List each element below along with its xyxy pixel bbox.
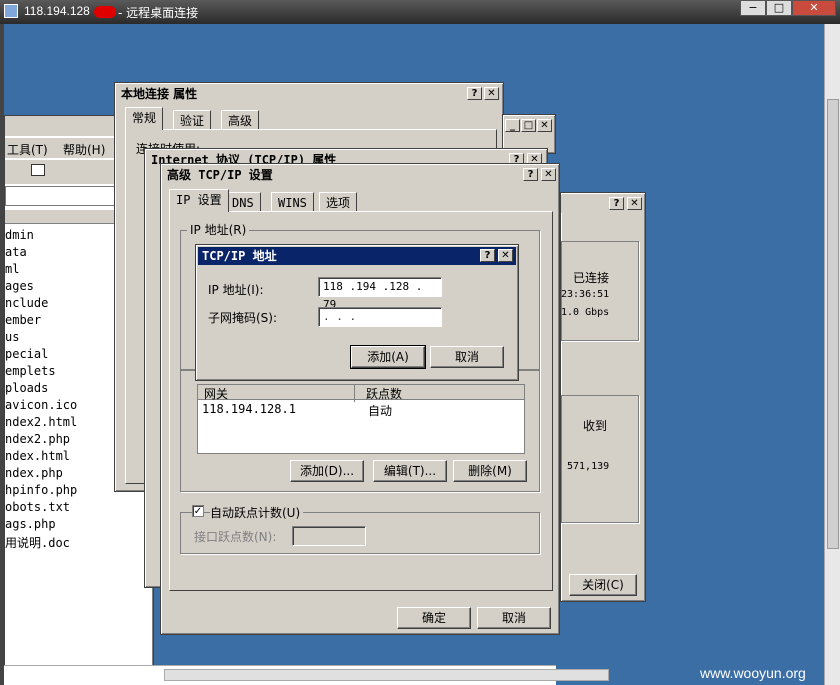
cancel-ip-button[interactable]: 取消 <box>430 346 504 368</box>
metric-column-header[interactable]: 跃点数 <box>366 385 402 402</box>
help-button[interactable]: ? <box>609 197 624 210</box>
ip-address-label: IP 地址(I): <box>208 283 264 297</box>
auto-metric-checkbox[interactable]: ✓ <box>192 505 204 517</box>
gateway-column-header[interactable]: 网关 <box>204 385 355 402</box>
gateway-cell: 118.194.128.1 <box>202 402 296 416</box>
delete-gateway-button[interactable]: 删除(M) <box>453 460 527 482</box>
advanced-tcpip-title: 高级 TCP/IP 设置 <box>163 166 557 184</box>
file-item[interactable]: ndex.html <box>5 449 70 463</box>
close-button[interactable]: ✕ <box>792 0 836 16</box>
ip-address-input[interactable]: 118 .194 .128 . 79 <box>318 277 442 311</box>
maximize-button[interactable]: □ <box>521 119 536 132</box>
status-connected: 已连接 <box>573 271 610 285</box>
tcpip-address-dialog: TCP/IP 地址 ? ✕ IP 地址(I): 118 .194 .128 . … <box>195 244 519 381</box>
file-item[interactable]: emplets <box>5 364 56 378</box>
add-gateway-button[interactable]: 添加(D)... <box>290 460 364 482</box>
status-window: ? ✕ 已连接 23:36:51 1.0 Gbps 收到 571,139 关闭(… <box>560 192 646 602</box>
rdp-title-suffix: - 远程桌面连接 <box>118 6 199 20</box>
cancel-button[interactable]: 取消 <box>477 607 551 629</box>
horizontal-scrollbar[interactable] <box>4 665 609 685</box>
table-row[interactable]: 118.194.128.1 自动 <box>200 402 520 418</box>
activity-group <box>561 395 639 523</box>
menu-help[interactable]: 帮助(H) <box>63 141 105 158</box>
ok-button[interactable]: 确定 <box>397 607 471 629</box>
file-item[interactable]: ember <box>5 313 41 327</box>
file-item[interactable]: obots.txt <box>5 500 70 514</box>
file-item[interactable]: ploads <box>5 381 48 395</box>
ip-address-group-label: IP 地址(R) <box>187 223 250 237</box>
gateway-list[interactable]: 网关 跃点数 118.194.128.1 自动 <box>197 384 525 454</box>
file-item[interactable]: ml <box>5 262 19 276</box>
views-icon[interactable] <box>31 164 45 176</box>
close-button[interactable]: ✕ <box>498 249 513 262</box>
received-label: 收到 <box>583 419 608 433</box>
watermark: www.wooyun.org <box>700 665 806 681</box>
interface-metric-label: 接口跃点数(N): <box>194 530 277 544</box>
tab-advanced[interactable]: 高级 <box>221 110 260 130</box>
tab-general[interactable]: 常规 <box>125 107 164 130</box>
help-button[interactable]: ? <box>467 87 482 100</box>
file-item[interactable]: pecial <box>5 347 48 361</box>
tab-ip-settings[interactable]: IP 设置 <box>169 189 229 212</box>
subnet-mask-label: 子网掩码(S): <box>208 311 278 325</box>
rdp-titlebar[interactable]: 118.194.128 - 远程桌面连接 − □ ✕ <box>0 0 840 24</box>
minimize-button[interactable]: _ <box>505 119 520 132</box>
help-button[interactable]: ? <box>480 249 495 262</box>
file-item[interactable]: ndex2.php <box>5 432 70 446</box>
local-connection-title: 本地连接 属性 <box>117 85 501 103</box>
file-item[interactable]: ata <box>5 245 27 259</box>
minimize-button[interactable]: − <box>740 0 766 16</box>
file-item[interactable]: dmin <box>5 228 34 242</box>
tab-wins[interactable]: WINS <box>271 192 314 212</box>
maximize-button[interactable]: □ <box>766 0 792 16</box>
close-button[interactable]: ✕ <box>484 87 499 100</box>
edit-gateway-button[interactable]: 编辑(T)... <box>373 460 447 482</box>
scrollbar-thumb[interactable] <box>827 99 839 549</box>
tcpip-address-title: TCP/IP 地址 <box>198 247 516 265</box>
add-ip-button[interactable]: 添加(A) <box>350 345 426 369</box>
auto-metric-label: 自动跃点计数(U) <box>210 504 304 521</box>
file-item[interactable]: nclude <box>5 296 48 310</box>
file-item[interactable]: ages <box>5 279 34 293</box>
menu-tools[interactable]: 工具(T) <box>7 141 48 158</box>
file-item[interactable]: us <box>5 330 19 344</box>
close-status-button[interactable]: 关闭(C) <box>569 574 637 596</box>
rdp-icon <box>4 4 18 18</box>
tab-options[interactable]: 选项 <box>319 192 358 212</box>
status-duration: 23:36:51 <box>561 289 610 300</box>
vertical-scrollbar[interactable] <box>824 24 840 685</box>
file-item[interactable]: ags.php <box>5 517 56 531</box>
hscroll-thumb[interactable] <box>164 669 609 681</box>
file-item[interactable]: ndex.php <box>5 466 63 480</box>
close-button[interactable]: ✕ <box>541 168 556 181</box>
interface-metric-field[interactable] <box>292 526 366 546</box>
redaction-mark <box>94 6 116 18</box>
advanced-tcpip-dialog: 高级 TCP/IP 设置 ? ✕ IP 设置 DNS WINS 选项 IP 地址… <box>160 163 560 635</box>
close-button[interactable]: ✕ <box>627 197 642 210</box>
file-item[interactable]: 用说明.doc <box>5 534 70 551</box>
subnet-mask-input[interactable]: . . . <box>318 307 442 327</box>
file-item[interactable]: hpinfo.php <box>5 483 77 497</box>
status-speed: 1.0 Gbps <box>561 307 610 318</box>
tab-dns[interactable]: DNS <box>225 192 261 212</box>
address-bar[interactable] <box>5 186 115 206</box>
gateway-header-row: 网关 跃点数 <box>198 385 524 402</box>
close-button[interactable]: ✕ <box>537 119 552 132</box>
tab-auth[interactable]: 验证 <box>173 110 212 130</box>
help-button[interactable]: ? <box>523 168 538 181</box>
file-item[interactable]: ndex2.html <box>5 415 77 429</box>
file-item[interactable]: avicon.ico <box>5 398 77 412</box>
metric-cell: 自动 <box>368 404 393 418</box>
received-value: 571,139 <box>567 461 610 472</box>
rdp-host: 118.194.128 <box>24 4 90 18</box>
